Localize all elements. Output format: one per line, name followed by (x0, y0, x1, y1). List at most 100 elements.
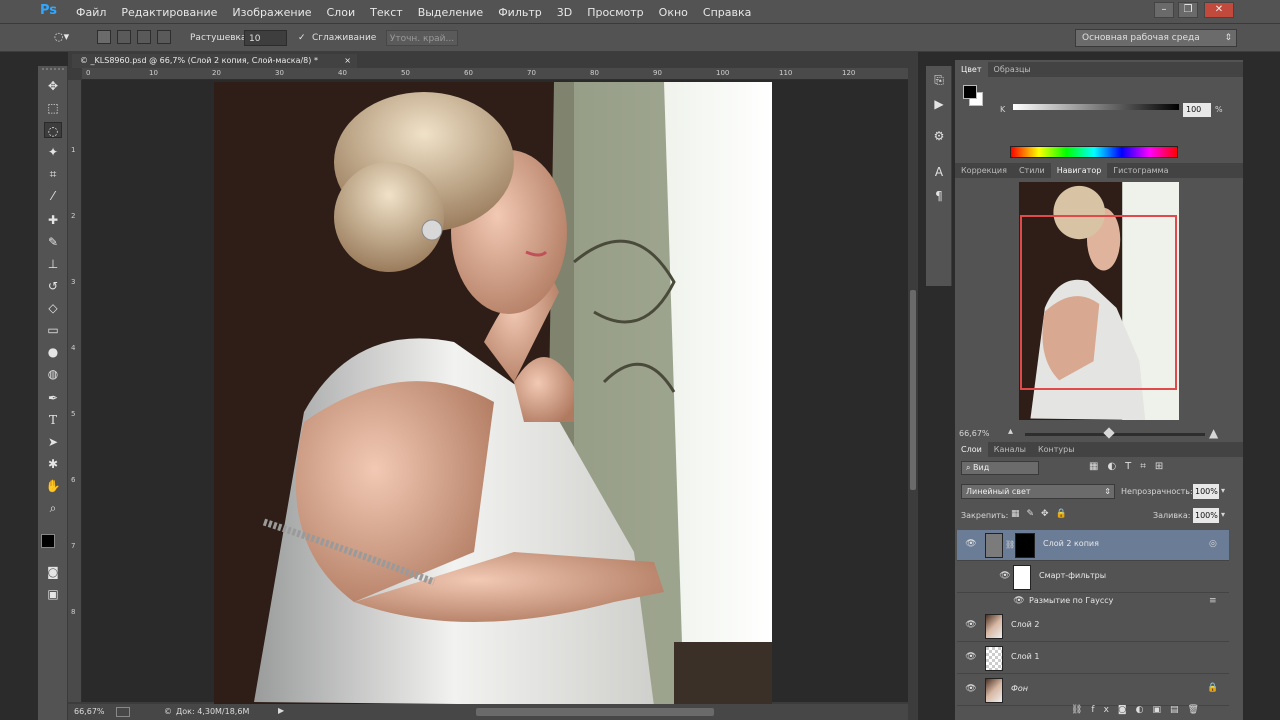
tab-styles[interactable]: Стили (1013, 163, 1051, 178)
navigator-zoom-handle[interactable] (1103, 427, 1115, 439)
color-slider[interactable] (1013, 104, 1179, 110)
smart-filter-mask-thumbnail[interactable] (1013, 565, 1031, 590)
new-selection-icon[interactable] (97, 30, 111, 44)
opacity-input[interactable]: 100% (1193, 484, 1219, 499)
paragraph-panel-icon[interactable]: ¶ (930, 188, 948, 204)
menu-window[interactable]: Окно (659, 6, 688, 19)
menu-type[interactable]: Текст (370, 6, 403, 19)
status-zoom[interactable]: 66,67% (74, 707, 105, 716)
menu-3d[interactable]: 3D (557, 6, 572, 19)
brush-tool-icon[interactable]: ✎ (44, 234, 62, 250)
layer-name[interactable]: Слой 2 (1011, 620, 1039, 629)
layer-row[interactable]: 👁 Фон 🔒 (957, 675, 1229, 706)
refine-edge-button[interactable]: Уточн. край... (386, 30, 458, 46)
color-value-input[interactable]: 100 (1183, 103, 1211, 117)
navigator-view-frame[interactable] (1020, 215, 1177, 390)
navigator-zoom-slider[interactable] (1025, 433, 1205, 436)
navigator-zoom[interactable]: 66,67% (959, 429, 990, 438)
path-selection-tool-icon[interactable]: ➤ (44, 434, 62, 450)
add-selection-icon[interactable] (117, 30, 131, 44)
horizontal-ruler[interactable]: 0 10 20 30 40 50 60 70 80 90 100 110 120 (82, 68, 908, 80)
fill-input[interactable]: 100% (1193, 508, 1219, 523)
healing-brush-tool-icon[interactable]: ✚ (44, 212, 62, 228)
tab-adjustments[interactable]: Коррекция (955, 163, 1013, 178)
shape-tool-icon[interactable]: ✱ (44, 456, 62, 472)
fill-dropdown-icon[interactable]: ▾ (1221, 510, 1225, 519)
marquee-tool-icon[interactable]: ⬚ (44, 100, 62, 116)
eye-icon[interactable]: 👁 (965, 539, 977, 551)
lasso-tool-icon[interactable]: ◌ (44, 122, 62, 138)
pen-tool-icon[interactable]: ✒ (44, 390, 62, 406)
layers-bottom-toolbar[interactable]: ⛓fx◙◐▣▤🗑 (1071, 705, 1231, 719)
move-tool-icon[interactable]: ✥ (44, 78, 62, 94)
navigator-thumbnail[interactable] (1019, 182, 1179, 420)
filter-row[interactable]: 👁 Размытие по Гауссу ≡ (957, 594, 1229, 610)
layer-row-selected[interactable]: 👁 ⛓ Слой 2 копия ◎ (957, 530, 1229, 561)
blend-mode-select[interactable]: Линейный свет ⇕ (961, 484, 1115, 499)
tab-color[interactable]: Цвет (955, 62, 988, 77)
layer-name[interactable]: Слой 2 копия (1043, 539, 1099, 548)
hand-tool-icon[interactable]: ✋ (44, 478, 62, 494)
quick-mask-icon[interactable]: ◙ (44, 564, 62, 580)
document-photo[interactable] (214, 82, 772, 706)
layer-filter-buttons[interactable]: ▦◐T⌗⊞ (1089, 461, 1199, 475)
eyedropper-tool-icon[interactable]: ⁄ (44, 188, 62, 204)
smart-filters-row[interactable]: 👁 Смарт-фильтры (957, 562, 1229, 593)
tab-layers[interactable]: Слои (955, 442, 988, 457)
subtract-selection-icon[interactable] (137, 30, 151, 44)
menu-file[interactable]: Файл (76, 6, 106, 19)
eraser-tool-icon[interactable]: ◇ (44, 300, 62, 316)
tab-navigator[interactable]: Навигатор (1050, 163, 1108, 178)
filter-name[interactable]: Размытие по Гауссу (1029, 596, 1113, 605)
screen-mode-icon[interactable]: ▣ (44, 586, 62, 602)
lock-buttons[interactable]: ▦✎✥🔒 (1011, 509, 1081, 521)
toolbox-grip[interactable] (42, 68, 64, 74)
magic-wand-tool-icon[interactable]: ✦ (44, 144, 62, 160)
close-tab-icon[interactable]: × (344, 54, 351, 68)
tab-histogram[interactable]: Гистограмма (1107, 163, 1174, 178)
blur-tool-icon[interactable]: ● (44, 344, 62, 360)
menu-image[interactable]: Изображение (232, 6, 311, 19)
tab-channels[interactable]: Каналы (988, 442, 1032, 457)
layer-mask-thumbnail[interactable] (1015, 533, 1035, 558)
clone-stamp-tool-icon[interactable]: ⊥ (44, 256, 62, 272)
tab-paths[interactable]: Контуры (1032, 442, 1081, 457)
actions-panel-icon[interactable]: ▶ (930, 96, 948, 112)
history-panel-icon[interactable]: ⎘ (930, 72, 948, 88)
antialias-checkbox[interactable]: ✓ (298, 30, 306, 46)
restore-button[interactable]: ❐ (1178, 2, 1198, 18)
layer-filter-select[interactable]: ⌕ Вид (961, 461, 1039, 475)
eye-icon[interactable]: 👁 (965, 620, 977, 632)
horizontal-scroll-thumb[interactable] (476, 708, 714, 716)
layer-row[interactable]: 👁 Слой 2 (957, 611, 1229, 642)
character-panel-icon[interactable]: A (930, 164, 948, 180)
lasso-preset-icon[interactable]: ◌▾ (54, 30, 82, 46)
history-brush-tool-icon[interactable]: ↺ (44, 278, 62, 294)
eye-icon[interactable]: 👁 (965, 684, 977, 696)
close-window-button[interactable]: ✕ (1204, 2, 1234, 18)
layer-row[interactable]: 👁 Слой 1 (957, 643, 1229, 674)
layer-name[interactable]: Фон (1011, 684, 1028, 693)
vertical-scrollbar[interactable] (908, 80, 918, 702)
color-foreground-swatch[interactable] (963, 85, 977, 99)
dodge-tool-icon[interactable]: ◍ (44, 366, 62, 382)
tab-swatches[interactable]: Образцы (988, 62, 1037, 77)
gradient-tool-icon[interactable]: ▭ (44, 322, 62, 338)
zoom-preview-icon[interactable] (116, 707, 130, 717)
color-spectrum-bar[interactable] (1010, 146, 1178, 158)
vertical-ruler[interactable]: 1 2 3 4 5 6 7 8 (68, 80, 82, 702)
properties-panel-icon[interactable]: ⚙ (930, 128, 948, 144)
eye-icon[interactable]: 👁 (999, 571, 1011, 583)
menu-view[interactable]: Просмотр (587, 6, 643, 19)
status-menu-arrow-icon[interactable]: ▶ (278, 706, 284, 715)
menu-select[interactable]: Выделение (418, 6, 484, 19)
eye-icon[interactable]: 👁 (965, 652, 977, 664)
workspace-select[interactable]: Основная рабочая среда ⇕ (1075, 29, 1237, 47)
smart-filters-label[interactable]: Смарт-фильтры (1039, 571, 1106, 580)
link-icon[interactable]: ⛓ (1005, 540, 1015, 549)
opacity-dropdown-icon[interactable]: ▾ (1221, 486, 1225, 495)
zoom-tool-icon[interactable]: ⌕ (44, 500, 62, 516)
layer-name[interactable]: Слой 1 (1011, 652, 1039, 661)
zoom-out-icon[interactable]: ▴ (1008, 426, 1013, 437)
menu-filter[interactable]: Фильтр (498, 6, 542, 19)
